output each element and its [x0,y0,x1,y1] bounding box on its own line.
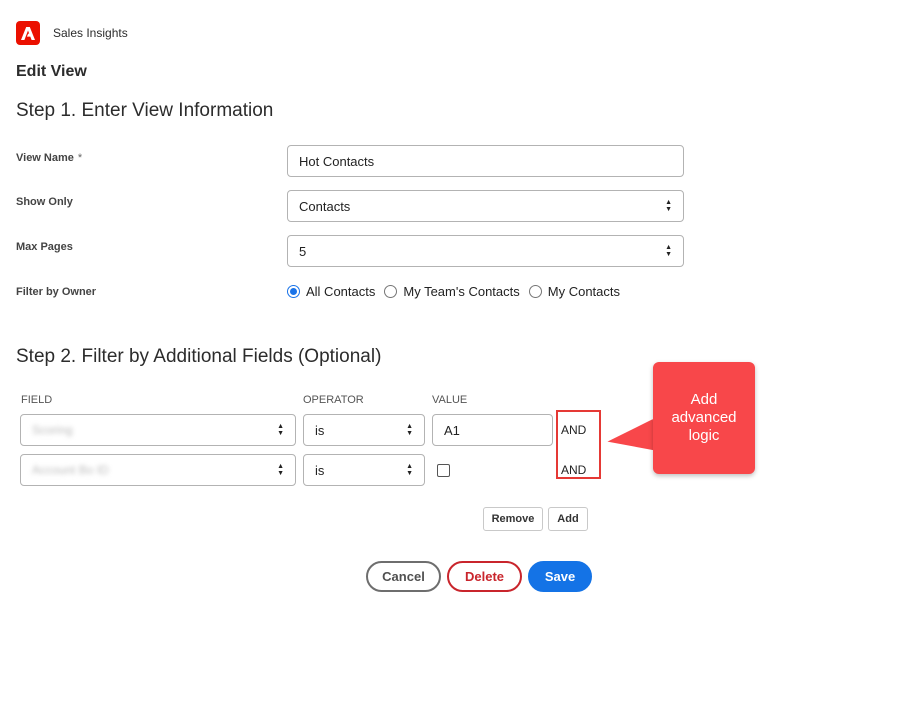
radio-label-all-contacts[interactable]: All Contacts [306,284,375,299]
delete-button[interactable]: Delete [447,561,522,592]
field-value-row1: Scoring [32,423,73,437]
operator-select-row2[interactable]: is ▲ ▼ [303,454,425,486]
field-column-header: FIELD [21,394,53,406]
updown-arrows-icon: ▲ ▼ [665,244,672,258]
updown-arrows-icon: ▲ ▼ [665,199,672,213]
operator-value-row2: is [315,462,325,478]
cancel-button[interactable]: Cancel [366,561,441,592]
operator-select-row1[interactable]: is ▲ ▼ [303,414,425,446]
callout-text: Add advanced logic [671,391,737,444]
operator-value-row1: is [315,422,325,438]
adobe-logo-icon [16,21,40,45]
step2-title: Step 2. Filter by Additional Fields (Opt… [16,346,382,367]
updown-arrows-icon: ▲ ▼ [277,463,284,477]
value-column-header: VALUE [432,394,468,406]
remove-button[interactable]: Remove [483,507,543,531]
field-value-row2: Account Bo ID [32,463,109,477]
view-name-label: View Name * [16,152,83,164]
callout-arrow [605,419,658,458]
show-only-label: Show Only [16,196,73,208]
required-marker: * [77,152,83,164]
page-title: Edit View [16,63,87,80]
updown-arrows-icon: ▲ ▼ [277,423,284,437]
field-select-row2[interactable]: Account Bo ID ▲ ▼ [20,454,296,486]
updown-arrows-icon: ▲ ▼ [406,463,413,477]
show-only-select[interactable]: Contacts ▲ ▼ [287,190,684,222]
radio-all-contacts[interactable] [287,285,300,298]
save-button[interactable]: Save [528,561,592,592]
radio-my-team-contacts[interactable] [384,285,398,298]
updown-arrows-icon: ▲ ▼ [406,423,413,437]
value-input-row1[interactable] [432,414,553,446]
value-checkbox-row2[interactable] [437,464,450,477]
show-only-value: Contacts [299,198,351,214]
max-pages-select[interactable]: 5 ▲ ▼ [287,235,684,267]
max-pages-value: 5 [299,243,307,259]
filter-owner-label: Filter by Owner [16,286,97,298]
owner-radio-group: All Contacts My Team's Contacts My Conta… [287,284,629,299]
app-title: Sales Insights [53,26,128,40]
callout-box: Add advanced logic [653,362,755,474]
radio-my-contacts[interactable] [528,285,542,298]
logic-highlight-box [556,410,601,479]
operator-column-header: OPERATOR [303,394,364,406]
step1-title: Step 1. Enter View Information [16,100,274,121]
view-name-input[interactable] [287,145,684,177]
radio-label-my-team-contacts[interactable]: My Team's Contacts [403,284,519,299]
radio-label-my-contacts[interactable]: My Contacts [548,284,620,299]
field-select-row1[interactable]: Scoring ▲ ▼ [20,414,296,446]
max-pages-label: Max Pages [16,241,73,253]
add-button[interactable]: Add [548,507,588,531]
